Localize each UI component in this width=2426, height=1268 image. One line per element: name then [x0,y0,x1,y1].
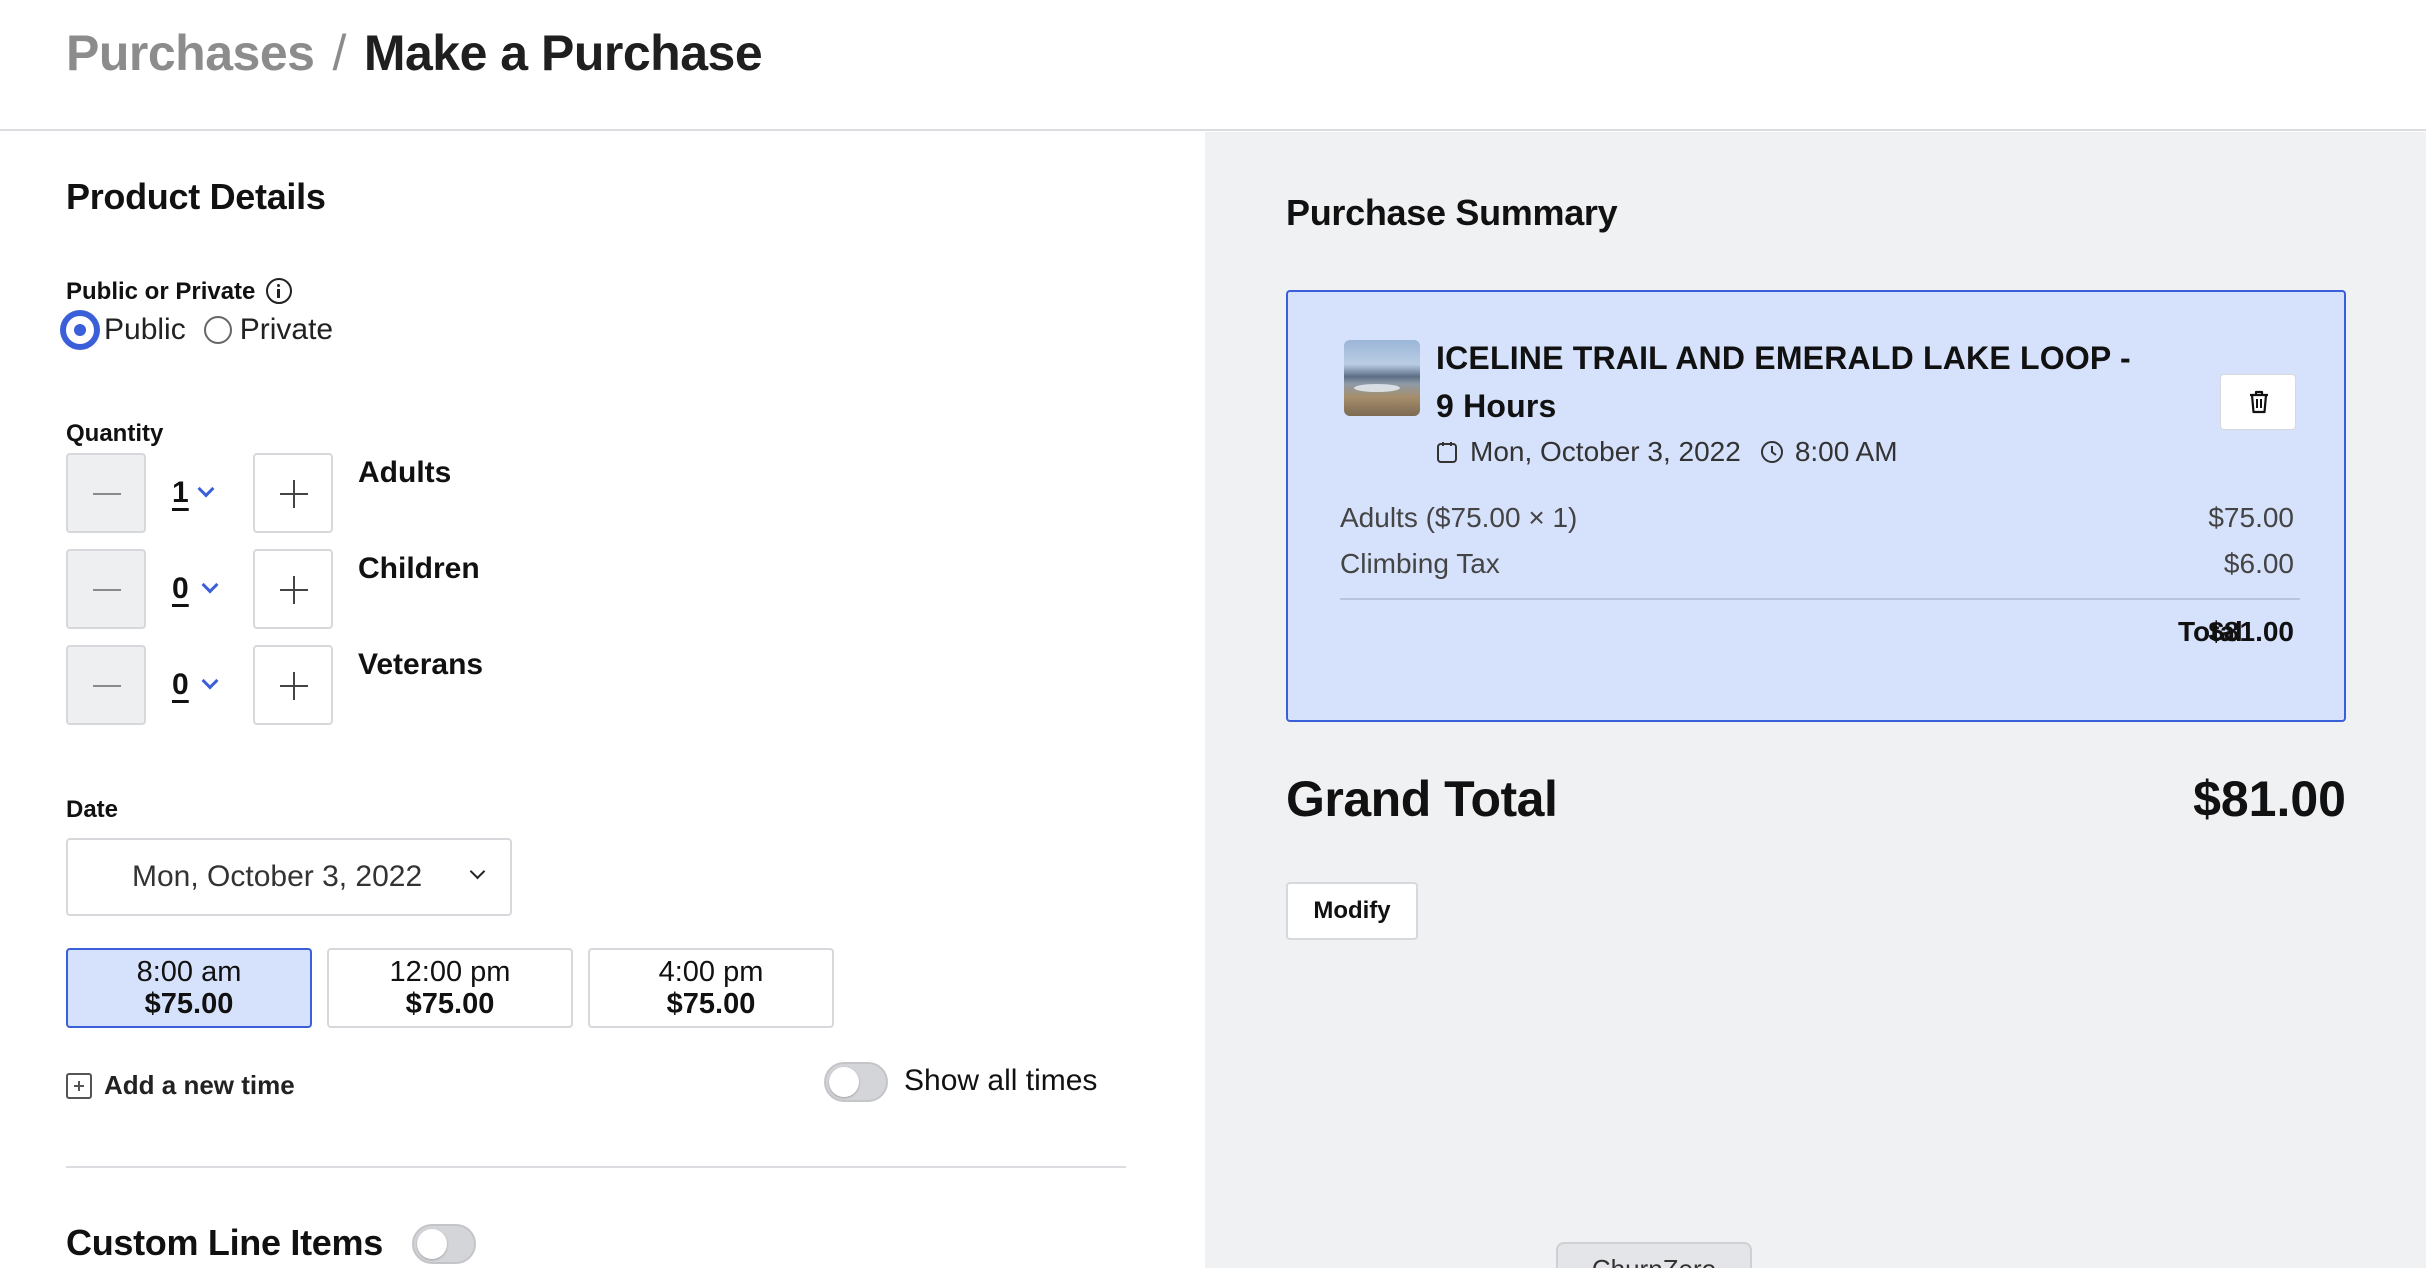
radio-private[interactable] [203,316,232,344]
veterans-label: Veterans [358,648,484,681]
breadcrumb: Purchases / Make a Purchase [66,24,763,82]
line-item-label: Climbing Tax [1340,548,1500,579]
summary-item-card: ICELINE TRAIL AND EMERALD LAKE LOOP - 9 … [1286,290,2346,722]
remove-item-button[interactable] [2220,374,2296,430]
adults-label: Adults [358,456,452,489]
product-details-heading: Product Details [66,176,326,217]
breadcrumb-parent-link[interactable]: Purchases [66,24,315,82]
line-item-value: $75.00 [2208,502,2294,533]
trash-icon [2250,390,2268,414]
chevron-down-icon[interactable] [201,576,219,594]
chevron-down-icon[interactable] [201,672,219,690]
date-select-value: Mon, October 3, 2022 [132,860,423,893]
chevron-down-icon[interactable] [197,480,215,498]
chevron-down-icon [469,863,486,880]
item-total-value: $81.00 [2208,616,2294,647]
veterans-increment-button[interactable] [253,645,333,725]
product-thumbnail [1344,340,1420,416]
add-time-label: Add a new time [104,1070,295,1100]
churnzero-widget-tab[interactable]: ChurnZero [1556,1242,1752,1268]
adults-increment-button[interactable] [253,453,333,533]
time-slot-time: 8:00 am [136,956,242,988]
page-header: Purchases / Make a Purchase [0,0,2426,131]
clock-icon [1760,441,1783,463]
item-time: 8:00 AM [1794,436,1898,467]
calendar-icon [1437,442,1457,463]
veterans-quantity-select[interactable]: 0 [172,668,189,702]
section-divider [66,1166,1126,1168]
line-item-value: $6.00 [2223,548,2294,579]
item-meta: Mon, October 3, 2022 8:00 AM [1436,436,1898,468]
visibility-label: Public or Private [66,278,256,305]
show-all-times-label: Show all times [904,1064,1098,1097]
children-decrement-button[interactable] [66,549,146,629]
purchase-summary-panel: Purchase Summary ICELINE TRAIL AND EMERA… [1205,132,2426,1268]
grand-total-label: Grand Total [1286,771,1558,827]
breadcrumb-separator: / [332,25,346,81]
date-select[interactable]: Mon, October 3, 2022 [66,838,512,916]
veterans-decrement-button[interactable] [66,645,146,725]
adults-decrement-button[interactable] [66,453,146,533]
quantity-label: Quantity [66,420,164,447]
radio-public-label[interactable]: Public [104,313,186,347]
date-label: Date [66,796,119,823]
time-slot-price: $75.00 [405,988,495,1020]
item-date: Mon, October 3, 2022 [1470,436,1741,467]
children-quantity-select[interactable]: 0 [172,572,189,606]
custom-line-items-toggle[interactable] [412,1224,476,1264]
add-time-button[interactable]: Add a new time [66,1070,295,1101]
radio-public[interactable] [62,312,98,348]
page-title: Make a Purchase [363,25,763,81]
time-slot-button[interactable]: 12:00 pm $75.00 [327,948,573,1028]
grand-total-value: $81.00 [2193,771,2346,827]
plus-icon [66,1072,92,1099]
time-slot-time: 4:00 pm [658,956,764,988]
product-name: ICELINE TRAIL AND EMERALD LAKE LOOP - 9 … [1436,340,2131,424]
adults-quantity-select[interactable]: 1 [172,476,189,510]
radio-private-label[interactable]: Private [240,313,333,347]
children-increment-button[interactable] [253,549,333,629]
time-slot-price: $75.00 [666,988,756,1020]
purchase-summary-heading: Purchase Summary [1286,192,1618,233]
visibility-radio-group: Public Private [62,312,333,348]
time-slot-time: 12:00 pm [389,956,511,988]
time-slot-button[interactable]: 4:00 pm $75.00 [588,948,834,1028]
time-slot-price: $75.00 [144,988,234,1020]
time-slot-button[interactable]: 8:00 am $75.00 [66,948,312,1028]
info-icon[interactable] [266,278,292,304]
show-all-times-toggle[interactable] [824,1062,888,1102]
children-label: Children [358,552,480,585]
modify-button[interactable]: Modify [1286,882,1418,940]
card-divider [1340,598,2300,600]
product-details-panel: Product Details Public or Private Public… [0,132,1205,1268]
line-item-label: Adults ($75.00 × 1) [1340,502,1578,533]
custom-line-items-heading: Custom Line Items [66,1222,383,1263]
